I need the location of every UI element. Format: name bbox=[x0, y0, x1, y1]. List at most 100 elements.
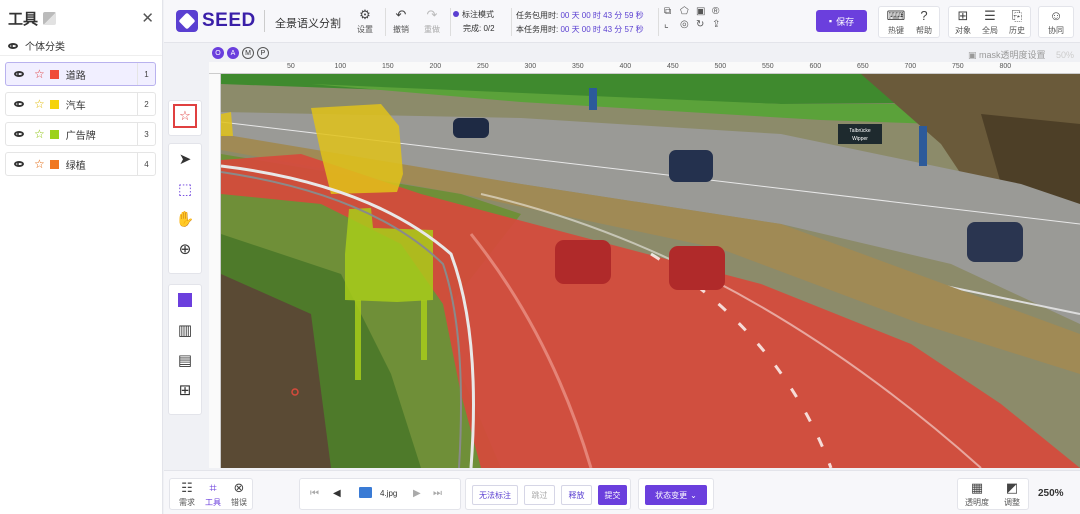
document-icon: ☷ bbox=[181, 480, 193, 495]
multi-select-tool[interactable]: ⬚ bbox=[169, 174, 201, 204]
rows-tool[interactable]: ▤ bbox=[169, 345, 201, 375]
zoom-level[interactable]: 250% bbox=[1038, 488, 1064, 499]
class-item-car[interactable]: ☆ 汽车 2 bbox=[5, 92, 156, 116]
global-button[interactable]: ☰ 全局 bbox=[976, 9, 1004, 36]
redo-button[interactable]: ↷ 重做 bbox=[418, 8, 446, 35]
ruler-tick-label: 200 bbox=[429, 63, 442, 70]
skip-button[interactable]: 跳过 bbox=[524, 485, 555, 505]
release-button[interactable]: 释放 bbox=[561, 485, 592, 505]
export-icon[interactable]: ⇪ bbox=[712, 19, 728, 30]
ruler-tick-label: 50 bbox=[287, 63, 295, 70]
object-button[interactable]: ⊞ 对象 bbox=[949, 9, 977, 36]
mask-value: 50% bbox=[1055, 50, 1074, 60]
star-polygon-icon: ☆ bbox=[173, 104, 197, 128]
color-swatch bbox=[49, 129, 59, 139]
bottom-left-group: ☷ 需求 ⌗ 工具 ⊗ 错误 bbox=[169, 478, 253, 510]
ruler-tick-label: 450 bbox=[667, 63, 679, 70]
mode-a-button[interactable]: A bbox=[227, 47, 239, 59]
copy-icon[interactable]: ⧉ bbox=[664, 6, 680, 17]
eye-icon[interactable] bbox=[14, 131, 24, 137]
seed-logo-icon bbox=[176, 10, 198, 32]
eye-icon[interactable] bbox=[14, 71, 24, 77]
help-label: 帮助 bbox=[916, 26, 932, 35]
mask-opacity-setting[interactable]: ▣ mask透明度设置 50% bbox=[968, 48, 1074, 61]
need-button[interactable]: ☷ 需求 bbox=[173, 481, 201, 508]
adjust-button[interactable]: ◩ 调整 bbox=[995, 481, 1029, 508]
ruler-tick-label: 800 bbox=[999, 63, 1012, 70]
no-label-button[interactable]: 无法标注 bbox=[472, 485, 518, 505]
crop-icon: ⌗ bbox=[209, 480, 217, 495]
sign-line-1: Talbrücke bbox=[849, 128, 871, 134]
target-icon[interactable]: ◎ bbox=[680, 19, 696, 30]
corner-icon[interactable]: ⌞ bbox=[664, 19, 680, 30]
columns-icon: ▥ bbox=[177, 322, 193, 339]
opacity-button[interactable]: ▦ 透明度 bbox=[960, 481, 994, 508]
star-icon[interactable]: ☆ bbox=[34, 127, 45, 141]
mask-label: mask透明度设置 bbox=[978, 50, 1046, 60]
tool-sidebar: 工具 ✕ 个体分类 ☆ 道路 1 ☆ 汽车 2 ☆ 广告牌 3 ☆ 绿植 4 bbox=[0, 0, 163, 514]
eye-icon[interactable] bbox=[8, 42, 18, 49]
ruler-left bbox=[209, 74, 221, 468]
timer1-label: 任务包用时: bbox=[516, 11, 559, 20]
global-label: 全局 bbox=[982, 26, 998, 35]
state-change-button[interactable]: 状态变更 ⌄ bbox=[645, 485, 707, 505]
annotation-canvas[interactable]: O A M P ▣ mask透明度设置 50% 50 100 150 200 250 30… bbox=[209, 44, 1080, 468]
class-item-vegetation[interactable]: ☆ 绿植 4 bbox=[5, 152, 156, 176]
mode-o-button[interactable]: O bbox=[212, 47, 224, 59]
color-swatch bbox=[49, 159, 59, 169]
columns-tool[interactable]: ▥ bbox=[169, 315, 201, 345]
close-icon[interactable]: ✕ bbox=[141, 9, 154, 27]
eye-icon[interactable] bbox=[14, 101, 24, 107]
object-label: 对象 bbox=[955, 26, 971, 35]
category-group-header[interactable]: 个体分类 bbox=[0, 36, 162, 56]
adjust-icon: ◩ bbox=[1005, 480, 1019, 495]
pan-tool[interactable]: ✋ bbox=[169, 204, 201, 234]
label-mode-text: 标注模式 bbox=[462, 10, 494, 19]
next-icon[interactable]: ▶ bbox=[413, 488, 421, 499]
tag-icon[interactable]: ⬠ bbox=[680, 6, 696, 17]
last-icon[interactable]: ⏭ bbox=[433, 488, 442, 499]
grid-four-icon: ⊞ bbox=[178, 382, 192, 399]
prev-icon[interactable]: ◀ bbox=[333, 488, 341, 499]
star-icon[interactable]: ☆ bbox=[34, 157, 45, 171]
fill-tool[interactable] bbox=[169, 285, 201, 315]
history-button[interactable]: ⎘ 历史 bbox=[1003, 9, 1031, 36]
select-tool[interactable]: ➤ bbox=[169, 144, 201, 174]
class-item-road[interactable]: ☆ 道路 1 bbox=[5, 62, 156, 86]
settings-button[interactable]: ⚙ 设置 bbox=[351, 8, 379, 35]
register-icon[interactable]: ® bbox=[712, 6, 728, 17]
save-button[interactable]: ▪ 保存 bbox=[816, 10, 867, 32]
polygon-star-tool[interactable]: ☆ bbox=[169, 101, 201, 131]
label-mode-status[interactable]: 标注模式 完成: 0/2 bbox=[453, 8, 495, 36]
brand-logo: SEED bbox=[176, 10, 265, 32]
collab-button[interactable]: ☺ 协同 bbox=[1042, 9, 1070, 36]
bottom-toolbar: ☷ 需求 ⌗ 工具 ⊗ 错误 ⏮ ◀ 4.jpg ▶ ⏭ 无法标注 跳过 释放 提交 … bbox=[164, 470, 1080, 514]
undo-label: 撤销 bbox=[393, 25, 409, 34]
mode-p-button[interactable]: P bbox=[257, 47, 269, 59]
ruler-tick-label: 100 bbox=[334, 63, 347, 70]
zoom-tool[interactable]: ⊕ bbox=[169, 234, 201, 264]
mode-m-button[interactable]: M bbox=[242, 47, 254, 59]
class-item-billboard[interactable]: ☆ 广告牌 3 bbox=[5, 122, 156, 146]
star-icon[interactable]: ☆ bbox=[34, 97, 45, 111]
scene-image[interactable]: Talbrücke Wipper bbox=[221, 74, 1080, 468]
first-icon[interactable]: ⏮ bbox=[310, 488, 319, 499]
tool-button[interactable]: ⌗ 工具 bbox=[199, 481, 227, 508]
adjust-label: 调整 bbox=[1004, 498, 1020, 507]
hotkey-label: 热键 bbox=[888, 26, 904, 35]
grid-tool[interactable]: ⊞ bbox=[169, 375, 201, 405]
eye-icon[interactable] bbox=[14, 161, 24, 167]
error-button[interactable]: ⊗ 错误 bbox=[225, 481, 253, 508]
undo-button[interactable]: ↶ 撤销 bbox=[387, 8, 415, 35]
ruler-tick-label: 550 bbox=[762, 63, 774, 70]
save-small-icon[interactable]: ▣ bbox=[696, 6, 712, 17]
help-button[interactable]: ? 帮助 bbox=[910, 9, 938, 36]
redo-icon: ↷ bbox=[426, 7, 438, 22]
rotate-icon[interactable]: ↻ bbox=[696, 19, 712, 30]
star-icon[interactable]: ☆ bbox=[34, 67, 45, 81]
sidebar-header: 工具 ✕ bbox=[0, 0, 162, 36]
error-label: 错误 bbox=[231, 498, 247, 507]
submit-button[interactable]: 提交 bbox=[598, 485, 627, 505]
hotkey-button[interactable]: ⌨ 热键 bbox=[882, 9, 910, 36]
ruler-tick-label: 500 bbox=[714, 63, 727, 70]
